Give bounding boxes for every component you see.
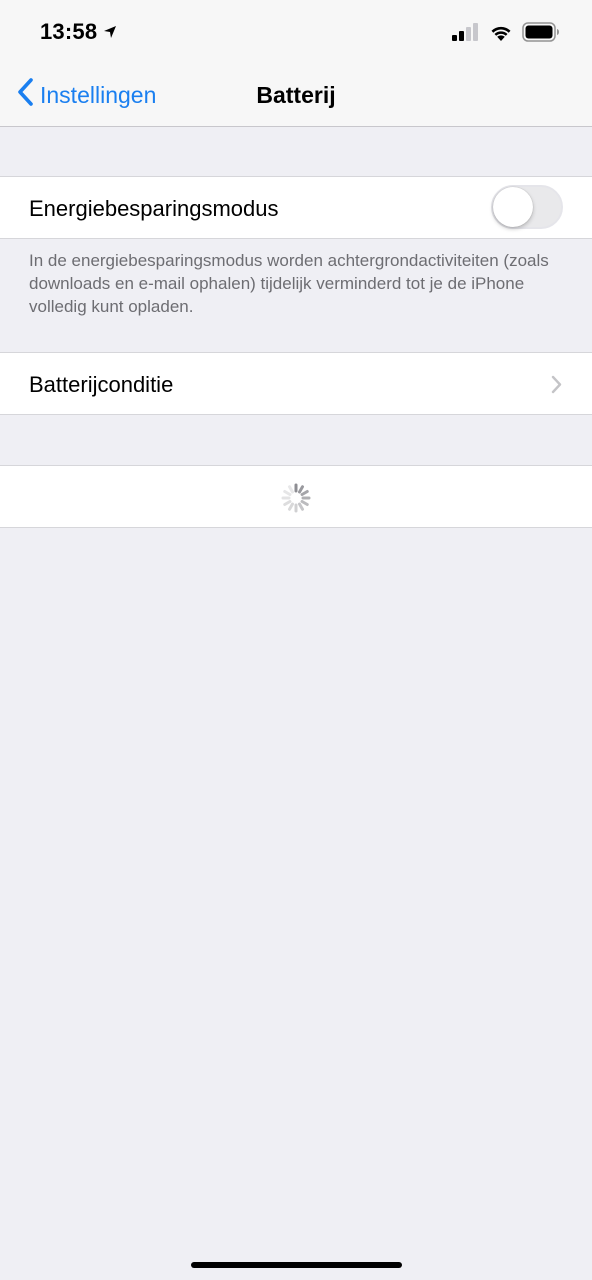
home-indicator[interactable] xyxy=(191,1262,402,1268)
low-power-mode-cell: Energiebesparingsmodus xyxy=(0,176,592,239)
status-time-group: 13:58 xyxy=(40,19,117,45)
navigation-bar: Instellingen Batterij xyxy=(0,64,592,127)
page-title: Batterij xyxy=(256,82,336,108)
status-bar: 13:58 xyxy=(0,0,592,64)
battery-health-cell[interactable]: Batterijconditie xyxy=(0,352,592,415)
low-power-mode-toggle[interactable] xyxy=(491,185,563,229)
battery-health-label: Batterijconditie xyxy=(29,372,174,397)
status-icons xyxy=(452,22,560,47)
toggle-knob xyxy=(493,187,533,227)
wifi-icon xyxy=(490,24,512,46)
low-power-mode-description: In de energiebesparingsmodus worden acht… xyxy=(29,251,549,316)
chevron-right-icon xyxy=(551,375,562,399)
status-time: 13:58 xyxy=(40,19,98,44)
cellular-signal-icon xyxy=(452,23,480,46)
activity-spinner-icon xyxy=(280,482,312,519)
battery-icon xyxy=(522,22,560,47)
low-power-mode-label: Energiebesparingsmodus xyxy=(29,196,279,221)
loading-cell xyxy=(0,465,592,528)
location-arrow-icon xyxy=(103,19,117,45)
